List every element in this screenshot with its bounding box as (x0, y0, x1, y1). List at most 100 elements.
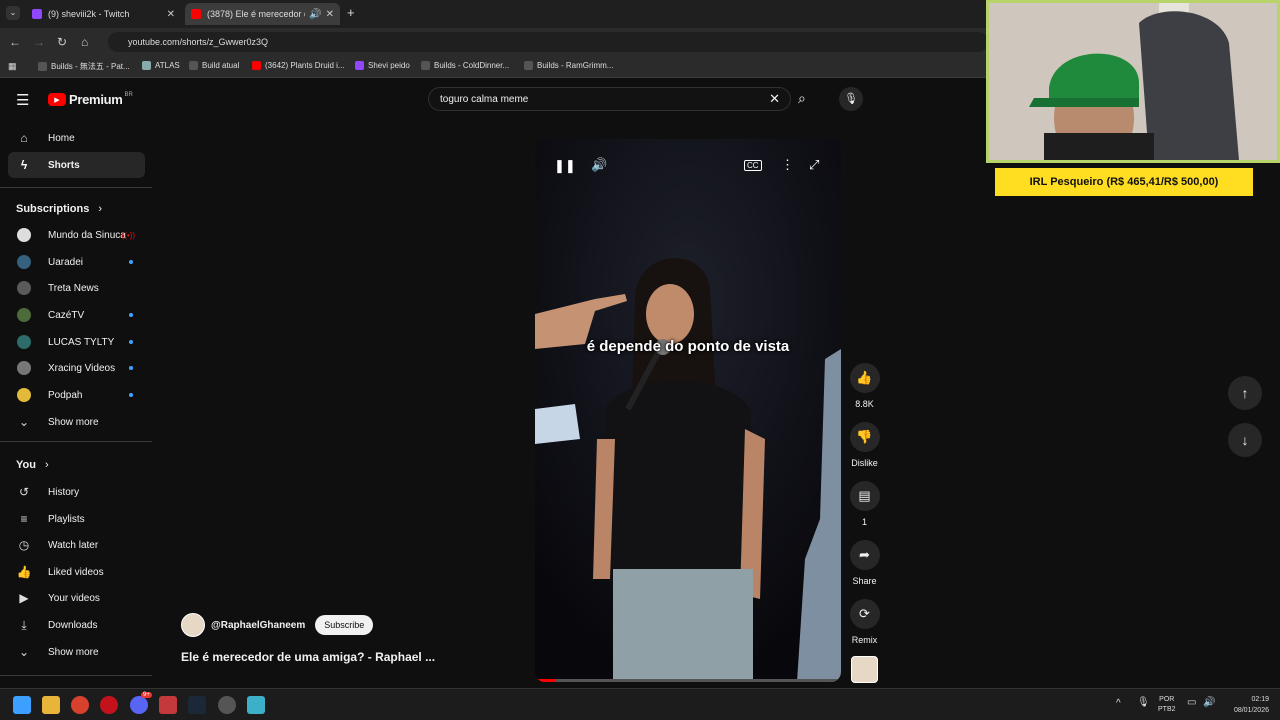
webcam-overlay (986, 0, 1280, 163)
previous-short-button[interactable]: ↑ (1228, 376, 1262, 410)
captions-icon[interactable]: CC (744, 160, 762, 171)
avatar (17, 388, 31, 402)
sidebar-item-channel[interactable]: Uaradei (8, 249, 145, 275)
clear-icon[interactable]: ✕ (769, 91, 780, 107)
channel-info: @RaphaelGhaneem Subscribe (181, 613, 374, 637)
comments-button[interactable]: ▤ 1 (849, 481, 880, 527)
volume-icon[interactable]: 🔊 (591, 157, 607, 173)
bookmark[interactable]: Build atual (189, 61, 239, 70)
tray-chevron-icon[interactable]: ^ (1116, 698, 1121, 709)
file-explorer-icon[interactable] (42, 696, 60, 714)
avatar (17, 281, 31, 295)
like-icon: 👍 (16, 565, 32, 579)
microphone-icon[interactable]: 🎙 (839, 87, 863, 111)
language-indicator[interactable]: POR PTB2 (1158, 695, 1176, 715)
volume-icon[interactable]: 🔊 (1203, 697, 1215, 708)
chevron-right-icon: › (45, 459, 49, 471)
home-icon[interactable]: ⌂ (81, 35, 88, 49)
url-field[interactable]: youtube.com/shorts/z_Gwwer0z3Q (108, 32, 988, 52)
sidebar-item-downloads[interactable]: ⤓ Downloads (8, 612, 145, 638)
new-tab-button[interactable]: + (347, 5, 355, 20)
avatar (17, 228, 31, 242)
search-box[interactable]: toguro calma meme ✕ (428, 87, 791, 111)
subscribe-button[interactable]: Subscribe (315, 615, 374, 635)
video-frame (535, 139, 841, 682)
network-icon[interactable]: ▭ (1187, 697, 1196, 708)
fullscreen-icon[interactable]: ⤢ (809, 157, 819, 173)
sidebar-item-channel[interactable]: LUCAS TYLTY (8, 329, 145, 355)
like-button[interactable]: 👍 8.8K (849, 363, 880, 409)
show-more-button[interactable]: ⌄ Show more (8, 639, 145, 665)
back-icon[interactable]: ← (9, 35, 21, 49)
bookmark[interactable]: Builds - 無法五 - Pat... (38, 61, 130, 72)
close-icon[interactable]: ✕ (326, 9, 334, 20)
keyboard-layout-label: PTB2 (1158, 706, 1176, 713)
app-icon[interactable] (159, 696, 177, 714)
channel-name[interactable]: @RaphaelGhaneem (211, 620, 305, 631)
more-options-icon[interactable]: ⋮ (781, 157, 794, 173)
sidebar-item-liked-videos[interactable]: 👍 Liked videos (8, 559, 145, 585)
sidebar-item-label: LUCAS TYLTY (48, 336, 115, 348)
tab-twitch[interactable]: (9) sheviii2k - Twitch ✕ (26, 3, 181, 25)
donation-goal-banner: IRL Pesqueiro (R$ 465,41/R$ 500,00) (995, 168, 1253, 196)
video-player[interactable]: é depende do ponto de vista ❚❚ 🔊 CC ⋮ ⤢ (535, 139, 841, 682)
video-title[interactable]: Ele é merecedor de uma amiga? - Raphael … (181, 650, 435, 664)
sidebar-item-playlists[interactable]: ≡ Playlists (8, 506, 145, 532)
search-input[interactable]: toguro calma meme (429, 94, 769, 105)
chevron-down-icon: ⌄ (18, 415, 30, 429)
steam-icon[interactable] (188, 696, 206, 714)
bookmark[interactable]: (3642) Plants Druid i... (252, 61, 345, 70)
chrome-icon[interactable] (71, 696, 89, 714)
sidebar-item-watch-later[interactable]: ◷ Watch later (8, 532, 145, 558)
clock[interactable]: 02:19 08/01/2026 (1224, 694, 1269, 716)
notepad-icon[interactable] (247, 696, 265, 714)
microphone-icon[interactable]: 🎙 (1137, 697, 1150, 708)
sidebar-item-home[interactable]: ⌂ Home (8, 125, 145, 151)
dislike-button[interactable]: 👎 Dislike (846, 422, 883, 468)
sidebar-item-channel[interactable]: Treta News (8, 275, 145, 301)
app-icon[interactable] (218, 696, 236, 714)
opera-icon[interactable] (100, 696, 118, 714)
pause-icon[interactable]: ❚❚ (554, 158, 576, 174)
subscriptions-header[interactable]: Subscriptions › (16, 203, 102, 215)
bookmark[interactable]: Shevi peido (355, 61, 410, 70)
youtube-icon (191, 9, 201, 19)
bookmark-icon (189, 61, 198, 70)
share-button[interactable]: ➦ Share (849, 540, 880, 586)
divider (0, 675, 152, 676)
show-more-button[interactable]: ⌄ Show more (8, 409, 145, 435)
close-icon[interactable]: ✕ (167, 9, 175, 20)
menu-icon[interactable]: ☰ (16, 91, 29, 109)
remix-button[interactable]: ⟳ Remix (849, 599, 880, 645)
history-icon: ↺ (18, 485, 30, 499)
tab-youtube[interactable]: (3878) Ele é merecedor de 🔊 ✕ (185, 3, 340, 25)
bookmark[interactable]: Builds - ColdDinner... (421, 61, 509, 70)
tab-search-button[interactable]: ⌄ (6, 6, 20, 20)
sidebar-item-your-videos[interactable]: ▶ Your videos (8, 585, 145, 611)
sidebar-item-shorts[interactable]: ϟ Shorts (8, 152, 145, 178)
sound-thumbnail[interactable] (851, 656, 878, 683)
windows-start-icon[interactable] (13, 696, 31, 714)
speaker-icon[interactable]: 🔊 (309, 9, 321, 20)
you-header[interactable]: You › (16, 459, 49, 471)
search-icon[interactable]: ⌕ (798, 90, 806, 107)
bookmark-icon (355, 61, 364, 70)
channel-avatar[interactable] (181, 613, 205, 637)
video-progress-fill (535, 679, 557, 682)
video-progress-track[interactable] (535, 679, 841, 682)
sidebar-item-channel[interactable]: Mundo da Sinuca ((•)) (8, 222, 145, 248)
sidebar-item-channel[interactable]: Podpah (8, 382, 145, 408)
bookmark[interactable]: ATLAS (142, 61, 180, 70)
apps-icon[interactable]: ▦ (8, 61, 17, 72)
sidebar-item-channel[interactable]: Xracing Videos (8, 355, 145, 381)
bookmark-icon (421, 61, 430, 70)
reload-icon[interactable]: ↻ (57, 35, 67, 49)
sidebar-item-channel[interactable]: CazéTV (8, 302, 145, 328)
next-short-button[interactable]: ↓ (1228, 423, 1262, 457)
sidebar-item-history[interactable]: ↺ History (8, 479, 145, 505)
forward-icon[interactable]: → (33, 35, 45, 49)
youtube-logo[interactable]: ▶ Premium BR (48, 92, 133, 107)
bookmark[interactable]: Builds - RamGrimm... (524, 61, 613, 70)
sidebar-item-label: CazéTV (48, 309, 85, 321)
discord-icon[interactable] (130, 696, 148, 714)
